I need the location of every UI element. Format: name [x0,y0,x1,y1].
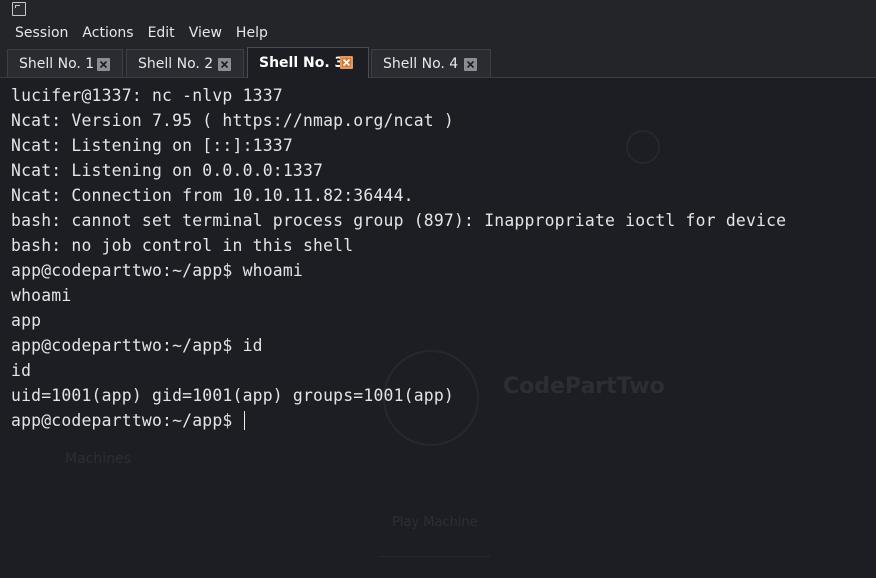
terminal-output[interactable]: CodePartTwo Machines Play Machine lucife… [0,78,876,578]
close-icon[interactable] [464,58,477,71]
terminal-line: uid=1001(app) gid=1001(app) groups=1001(… [11,386,454,405]
menubar: Session Actions Edit View Help [0,20,876,46]
terminal-line: bash: cannot set terminal process group … [11,211,787,230]
terminal-line: app@codeparttwo:~/app$ whoami [11,261,303,280]
close-icon[interactable] [340,56,353,69]
terminal-line: Ncat: Version 7.95 ( https://nmap.org/nc… [11,111,454,130]
tab-label: Shell No. 1 [19,55,95,72]
terminal-window: Session Actions Edit View Help Shell No.… [0,0,876,578]
tab-shell-3[interactable]: Shell No. 3 [247,47,369,78]
terminal-line: app@codeparttwo:~/app$ id [11,336,263,355]
tab-shell-4[interactable]: Shell No. 4 [371,49,491,77]
close-icon[interactable] [97,58,110,71]
terminal-prompt: app@codeparttwo:~/app$ [11,411,243,430]
menu-edit[interactable]: Edit [141,20,182,46]
tab-label: Shell No. 2 [138,55,214,72]
tab-shell-1[interactable]: Shell No. 1 [7,49,123,77]
tab-label: Shell No. 3 [259,55,345,71]
terminal-lines: lucifer@1337: nc -nlvp 1337 Ncat: Versio… [11,83,786,433]
terminal-line: id [11,361,32,380]
menu-view[interactable]: View [182,20,229,46]
background-ghost-divider [380,556,490,557]
terminal-line: whoami [11,286,72,305]
terminal-line: Ncat: Listening on 0.0.0.0:1337 [11,161,324,180]
text-cursor [243,411,245,430]
terminal-line: Ncat: Listening on [::]:1337 [11,136,293,155]
menu-help[interactable]: Help [229,20,275,46]
terminal-prompt-line[interactable]: app@codeparttwo:~/app$ [11,408,786,433]
menu-session[interactable]: Session [8,20,75,46]
menu-actions[interactable]: Actions [75,20,140,46]
tab-shell-2[interactable]: Shell No. 2 [126,49,244,77]
titlebar [0,0,876,20]
terminal-line: app [11,311,42,330]
terminal-icon [12,2,26,16]
background-ghost-play: Play Machine [392,515,478,530]
terminal-line: lucifer@1337: nc -nlvp 1337 [11,86,283,105]
close-icon[interactable] [218,58,231,71]
tab-bar: Shell No. 1 Shell No. 2 Shell No. 3 Shel… [0,46,876,78]
terminal-line: Ncat: Connection from 10.10.11.82:36444. [11,186,414,205]
terminal-line: bash: no job control in this shell [11,236,354,255]
tab-label: Shell No. 4 [383,55,459,72]
background-ghost-machines: Machines [65,451,131,467]
